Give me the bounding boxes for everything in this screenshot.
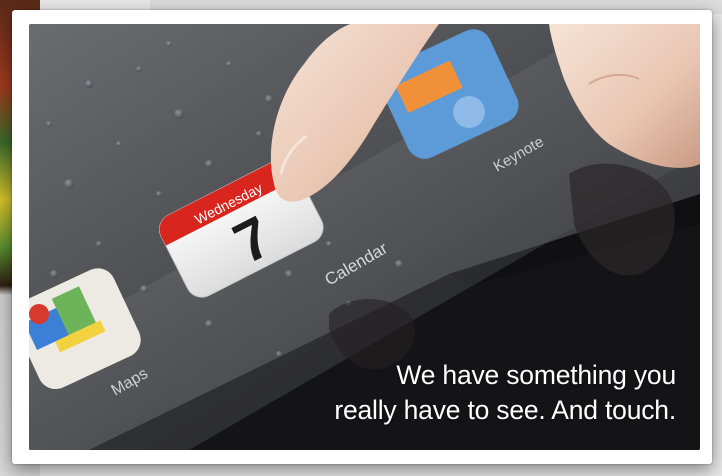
ipad-invitation-photo: Wednesday 7 Calendar Keynote Maps We hav… — [29, 24, 700, 450]
tagline-line-2: really have to see. And touch. — [334, 395, 676, 425]
tagline-line-1: We have something you — [396, 360, 676, 390]
invitation-tagline: We have something you really have to see… — [256, 358, 676, 428]
photo-card: Wednesday 7 Calendar Keynote Maps We hav… — [12, 10, 712, 464]
